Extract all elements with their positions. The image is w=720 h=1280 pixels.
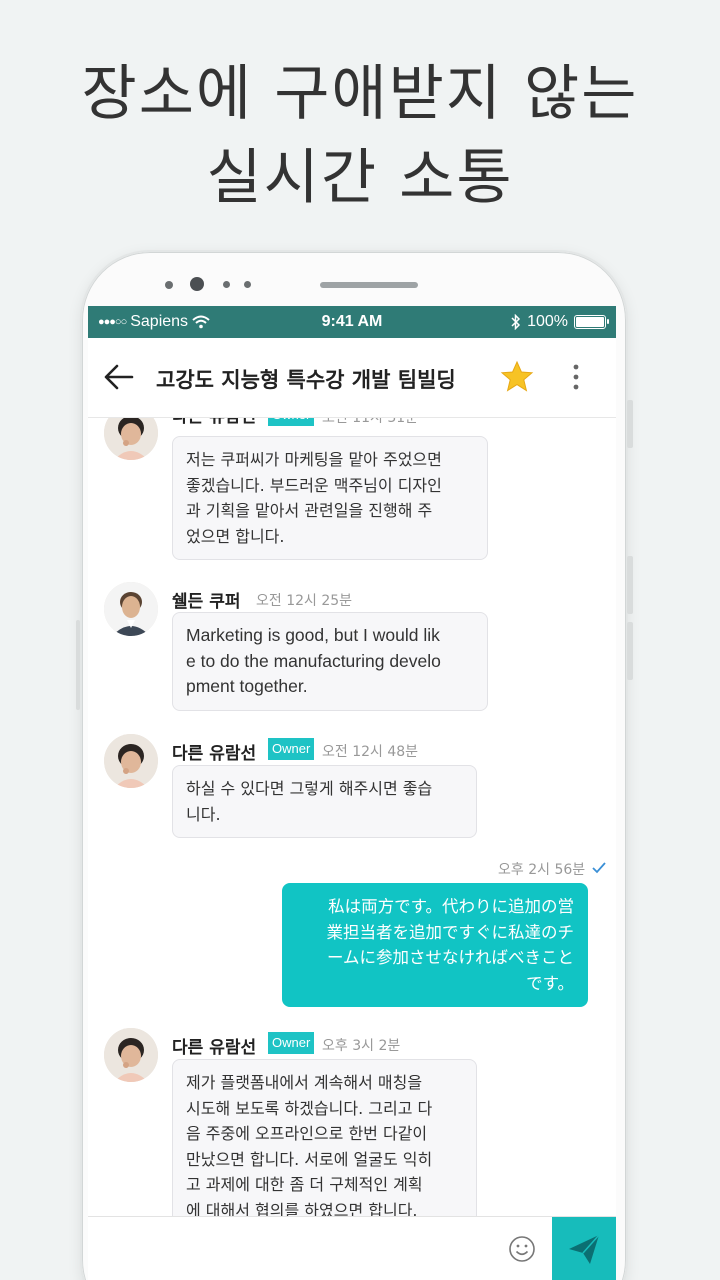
message-bubble: 제가 플랫폼내에서 계속해서 매칭을 시도해 보도록 하겠습니다. 그리고 다 …	[172, 1059, 477, 1216]
battery-icon	[574, 315, 609, 329]
avatar[interactable]	[104, 1028, 158, 1082]
send-icon	[569, 1234, 600, 1264]
message-list[interactable]: 다른 유람선 Owner 오전 11시 31분 저는 쿠퍼씨가 마케팅을 맡아 …	[88, 418, 616, 1216]
headline-line-1: 장소에 구애받지 않는	[81, 59, 639, 129]
message-time: 오전 12시 25분	[256, 593, 353, 609]
sender-name: 쉘든 쿠퍼	[172, 592, 241, 612]
avatar[interactable]	[104, 418, 158, 460]
owner-badge: Owner	[268, 1032, 315, 1054]
sender-name: 다른 유람선	[172, 418, 256, 427]
promo-headline: 장소에 구애받지 않는 실시간 소통	[0, 52, 720, 220]
chat-room-title: 고강도 지능형 특수강 개발 팀빌딩	[156, 368, 456, 392]
message-input-bar	[88, 1216, 616, 1280]
side-button	[627, 400, 633, 448]
owner-badge: Owner	[268, 418, 315, 426]
back-arrow-icon[interactable]	[102, 360, 136, 394]
earpiece-speaker	[320, 282, 418, 288]
send-button[interactable]	[552, 1217, 616, 1280]
bluetooth-icon	[511, 314, 521, 330]
read-check-icon	[592, 862, 606, 874]
side-button	[76, 620, 80, 710]
sensor-dot	[244, 281, 251, 288]
message-time: 오전 11시 31분	[322, 418, 419, 426]
front-camera	[190, 277, 204, 291]
favorite-star-icon[interactable]	[500, 360, 534, 394]
sensor-dot	[223, 281, 230, 288]
side-button	[627, 622, 633, 680]
sensor-dot	[165, 281, 173, 289]
message-time: 오후 3시 2분	[322, 1038, 401, 1054]
message-input[interactable]	[88, 1217, 498, 1280]
owner-badge: Owner	[268, 738, 315, 760]
message-time: 오전 12시 48분	[322, 744, 419, 760]
emoji-icon[interactable]	[508, 1235, 536, 1263]
message-time: 오후 2시 56분	[498, 862, 586, 878]
sender-name: 다른 유람선	[172, 744, 257, 764]
message-bubble-mine: 私は両方です。代わりに追加の営 業担当者を追加ですぐに私達のチ ームに参加させな…	[282, 883, 588, 1007]
chat-header: 고강도 지능형 특수강 개발 팀빌딩	[88, 338, 616, 418]
battery-percent: 100%	[527, 313, 568, 330]
message-bubble: 하실 수 있다면 그렇게 해주시면 좋습 니다.	[172, 765, 477, 838]
status-bar: ●●●○○ Sapiens 9:41 AM 100%	[88, 306, 616, 338]
sender-name: 다른 유람선	[172, 1038, 257, 1058]
app-screen: ●●●○○ Sapiens 9:41 AM 100% 고강도 지능형 특수강 개…	[88, 306, 616, 1280]
avatar[interactable]	[104, 582, 158, 636]
more-vertical-icon[interactable]	[566, 362, 586, 392]
message-bubble: Marketing is good, but I would lik e to …	[172, 612, 488, 711]
avatar[interactable]	[104, 734, 158, 788]
side-button	[627, 556, 633, 614]
headline-line-2: 실시간 소통	[206, 143, 514, 213]
message-bubble: 저는 쿠퍼씨가 마케팅을 맡아 주었으면 좋겠습니다. 부드러운 맥주님이 디자…	[172, 436, 488, 560]
